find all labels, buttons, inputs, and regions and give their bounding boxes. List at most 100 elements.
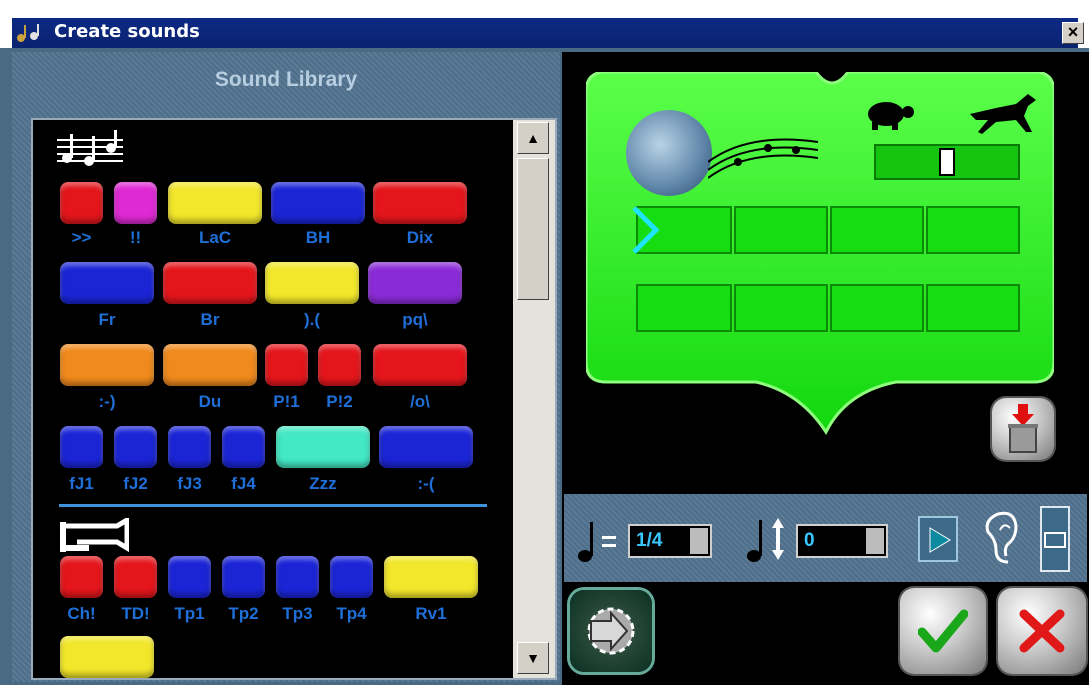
sequence-row-2 [636,284,1022,334]
sound-label: Tp1 [174,604,205,623]
pitch-icon [747,518,784,562]
sequence-slot[interactable] [830,206,924,254]
sound-label: LaC [198,228,232,247]
cross-icon [1019,609,1065,653]
sound-label: TD! [121,604,150,623]
sound-button-9[interactable] [368,262,462,304]
sound-button-13[interactable] [318,344,361,386]
sound-button-27[interactable] [384,556,478,598]
sound-label: pq\ [402,310,428,329]
sound-button-6[interactable] [60,262,154,304]
horn-icon [60,518,129,552]
speed-slider[interactable] [874,144,1020,180]
app-music-icon [17,24,39,42]
sound-button-3[interactable] [168,182,262,224]
sound-button-23[interactable] [168,556,211,598]
note-length-spinner[interactable] [690,528,708,554]
sequence-slot[interactable] [636,284,732,332]
pitch-field[interactable]: 0 [796,524,888,558]
play-button[interactable] [918,516,958,562]
sound-button-25[interactable] [276,556,319,598]
sequence-slot[interactable] [734,284,828,332]
sequence-slot[interactable] [734,206,828,254]
sound-label: Dix [406,228,434,247]
sound-button-16[interactable] [114,426,157,468]
sound-button-22[interactable] [114,556,157,598]
insert-cursor-icon [632,206,660,254]
sound-button-7[interactable] [163,262,257,304]
sound-button-19[interactable] [276,426,370,468]
sound-button-24[interactable] [222,556,265,598]
sound-label: P!1 [273,392,300,411]
sound-label: fJ2 [123,474,148,493]
scroll-down-button[interactable]: ▼ [517,642,549,674]
sound-button-1[interactable] [60,182,103,224]
turtle-icon [868,102,914,130]
sound-controls-bar: 1/4 0 [564,494,1087,582]
sound-button-26[interactable] [330,556,373,598]
sound-button-28[interactable] [60,636,154,678]
composer-panel [562,52,1089,685]
trash-icon [1008,404,1038,453]
sound-button-17[interactable] [168,426,211,468]
sequence-slot[interactable] [926,206,1020,254]
title-bar: Create sounds × [0,0,1089,48]
speed-slider-thumb[interactable] [939,148,955,176]
scroll-thumb[interactable] [517,158,549,300]
close-button[interactable]: × [1062,22,1084,44]
sound-button-14[interactable] [373,344,467,386]
volume-slider-thumb[interactable] [1044,532,1066,548]
sound-label: fJ1 [69,474,94,493]
pitch-spinner[interactable] [866,528,884,554]
sound-label: !! [129,228,142,247]
sound-label: >> [71,228,92,247]
sound-button-20[interactable] [379,426,473,468]
delete-button[interactable] [992,398,1054,460]
sound-label: fJ3 [177,474,202,493]
ear-icon[interactable] [982,510,1022,568]
sound-button-5[interactable] [373,182,467,224]
ok-button[interactable] [900,588,986,674]
sound-label: Br [200,310,220,329]
sound-library-panel: Sound Library >> !! LaC BH Dix Fr Br ).(… [12,52,560,682]
checkmark-icon [918,609,968,653]
scroll-up-button[interactable]: ▲ [517,122,549,154]
play-icon [929,527,951,553]
sound-preview-image [626,110,712,196]
sound-label: Tp4 [336,604,367,623]
volume-slider[interactable] [1040,506,1070,572]
horse-icon [970,94,1036,134]
sound-button-15[interactable] [60,426,103,468]
sound-library-list: >> !! LaC BH Dix Fr Br ).( pq\ :-) Du P!… [31,118,557,680]
sequence-slot[interactable] [926,284,1020,332]
music-staff-icon [708,138,818,179]
sound-label: ).( [303,310,321,329]
library-title: Sound Library [214,68,358,91]
sound-button-4[interactable] [271,182,365,224]
sound-label: Ch! [67,604,96,623]
section-divider [59,504,487,507]
sound-label: Tp3 [282,604,313,623]
sound-label: BH [305,228,331,247]
settings-button[interactable] [570,590,652,672]
sound-label: P!2 [326,392,353,411]
sequence-slot[interactable] [830,284,924,332]
sound-label: Rv1 [415,604,447,623]
cancel-button[interactable] [998,588,1086,674]
window-title: Create sounds [54,21,200,42]
sound-button-18[interactable] [222,426,265,468]
sound-label: Du [198,392,222,411]
sound-button-12[interactable] [265,344,308,386]
sound-label: :-) [98,392,116,411]
sound-button-21[interactable] [60,556,103,598]
sound-label: Fr [98,310,116,329]
sound-label: fJ4 [231,474,256,493]
sound-label: /o\ [410,392,430,411]
note-length-icon [578,522,616,562]
library-scrollbar[interactable]: ▲ ▼ [513,120,555,678]
sound-button-11[interactable] [163,344,257,386]
sound-button-10[interactable] [60,344,154,386]
sound-button-2[interactable] [114,182,157,224]
sound-button-8[interactable] [265,262,359,304]
note-length-field[interactable]: 1/4 [628,524,712,558]
